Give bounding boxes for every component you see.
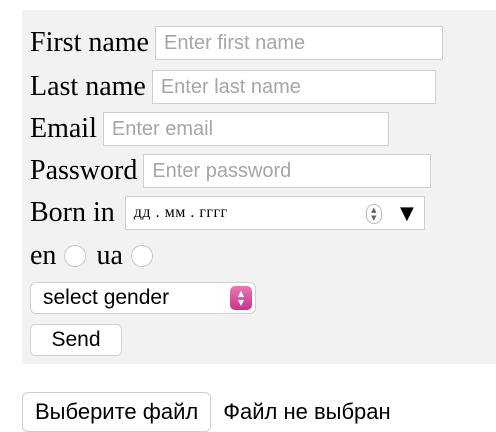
language-row: en ua [30, 242, 163, 270]
radio-en[interactable] [64, 245, 87, 267]
gender-select-value: select gender [43, 286, 170, 309]
email-row: Email [30, 112, 389, 146]
radio-label-en: en [30, 240, 57, 271]
born-in-row: Born in дд . мм . гггг ▲ ▼ ▼ [30, 196, 425, 230]
birth-date-text: дд . мм . гггг [133, 204, 228, 221]
first-name-label: First name [30, 27, 149, 58]
registration-form: First name Last name Email Password Born… [22, 10, 496, 364]
first-name-row: First name [30, 26, 443, 60]
last-name-row: Last name [30, 70, 436, 104]
stepper-arrows-icon[interactable]: ▲ ▼ [365, 204, 382, 224]
email-input[interactable] [102, 112, 389, 146]
file-upload: Выберите файл Файл не выбран [22, 392, 391, 432]
password-label: Password [30, 155, 138, 186]
file-status-text: Файл не выбран [223, 399, 391, 424]
select-arrows-icon: ▲ ▼ [230, 286, 252, 310]
password-row: Password [30, 154, 432, 188]
choose-file-button[interactable]: Выберите файл [22, 392, 212, 432]
birth-date-input[interactable]: дд . мм . гггг ▲ ▼ ▼ [124, 196, 425, 230]
triangle-down-icon[interactable]: ▼ [400, 203, 414, 224]
first-name-input[interactable] [155, 26, 443, 60]
last-name-input[interactable] [151, 70, 436, 104]
last-name-label: Last name [30, 71, 146, 102]
email-label: Email [30, 113, 97, 144]
password-input[interactable] [143, 154, 432, 188]
send-button[interactable]: Send [30, 324, 122, 356]
radio-label-ua: ua [96, 240, 123, 271]
gender-select[interactable]: select gender ▲ ▼ [30, 282, 256, 314]
born-in-label: Born in [30, 197, 115, 228]
radio-ua[interactable] [130, 245, 153, 267]
